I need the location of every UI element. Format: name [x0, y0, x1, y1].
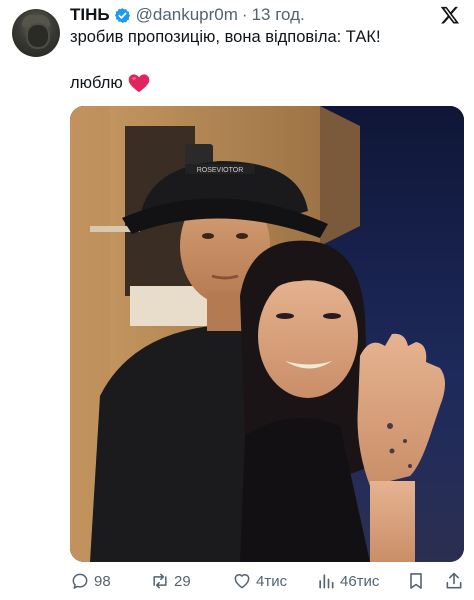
separator-dot: · — [241, 5, 248, 24]
display-name[interactable]: ТІНЬ — [70, 5, 110, 25]
reply-button[interactable]: 98 — [70, 566, 111, 596]
tweet-header: ТІНЬ @dankupr0m · 13 год. — [70, 4, 305, 26]
share-icon — [446, 572, 462, 589]
retweet-count: 29 — [174, 572, 191, 590]
views-count: 46тис — [340, 572, 380, 590]
user-handle[interactable]: @dankupr0m — [136, 5, 238, 25]
avatar-face — [26, 23, 50, 49]
views-bar-chart-icon — [319, 574, 334, 589]
tweet-actions-bar: 98 29 4тис 46тис — [70, 566, 470, 596]
red-heart-icon — [128, 74, 150, 93]
x-logo-icon[interactable] — [440, 5, 460, 25]
reply-icon — [72, 573, 88, 589]
share-button[interactable] — [444, 566, 468, 596]
hat-text: ROSEVIOTOR — [197, 167, 244, 174]
photo-illustration: ROSEVIOTOR — [70, 106, 464, 562]
avatar[interactable] — [12, 9, 60, 57]
tweet-text-line-2: люблю — [70, 72, 150, 94]
verified-badge-icon — [114, 7, 130, 23]
like-count: 4тис — [256, 572, 288, 590]
tweet-text-line-1: зробив пропозицію, вона відповіла: ТАК! — [70, 28, 381, 46]
bookmark-button[interactable] — [406, 566, 430, 596]
retweet-icon — [153, 573, 167, 589]
retweet-button[interactable]: 29 — [150, 566, 191, 596]
like-button[interactable]: 4тис — [232, 566, 287, 596]
reply-count: 98 — [94, 572, 111, 590]
timestamp[interactable]: 13 год. — [252, 5, 305, 25]
bookmark-icon — [410, 573, 422, 589]
views-button[interactable]: 46тис — [316, 566, 379, 596]
like-heart-icon — [234, 574, 250, 589]
tweet-text-love: люблю — [70, 74, 123, 92]
tweet-photo[interactable]: ROSEVIOTOR — [70, 106, 464, 562]
